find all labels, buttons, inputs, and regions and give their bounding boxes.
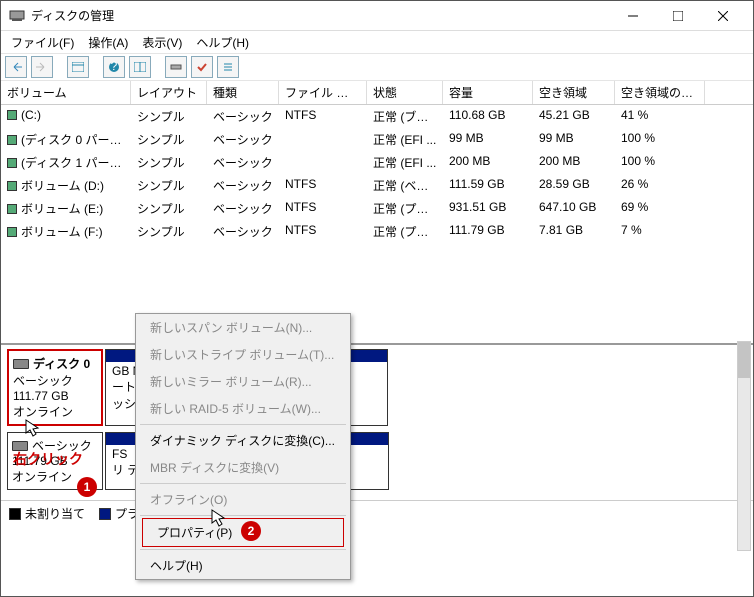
col-freepct[interactable]: 空き領域の割...: [615, 81, 705, 104]
app-icon: [9, 8, 25, 24]
disk-icon: [13, 359, 29, 369]
toolbar-forward-icon[interactable]: [31, 56, 53, 78]
ctx-sep: [140, 483, 346, 484]
ctx-mbr: MBR ディスクに変換(V): [136, 454, 350, 481]
toolbar-list-icon[interactable]: [217, 56, 239, 78]
ctx-dynamic[interactable]: ダイナミック ディスクに変換(C)...: [136, 427, 350, 454]
disk-row: ベーシック111.79 GBオンラインFSリ データ パーティション): [7, 432, 747, 490]
disk-row: ディスク 0ベーシック111.77 GBオンラインGB NTFSート, ページ …: [7, 349, 747, 426]
disk-header[interactable]: ディスク 0ベーシック111.77 GBオンライン: [7, 349, 103, 426]
menu-help[interactable]: ヘルプ(H): [190, 32, 255, 53]
ctx-sep: [140, 424, 346, 425]
volume-row[interactable]: (ディスク 1 パーティシ...シンプルベーシック正常 (EFI ...200 …: [1, 151, 753, 174]
volume-row[interactable]: (ディスク 0 パーティシ...シンプルベーシック正常 (EFI ...99 M…: [1, 128, 753, 151]
legend: 未割り当て プライマリ パーティション: [1, 500, 753, 526]
ctx-mirror: 新しいミラー ボリューム(R)...: [136, 368, 350, 395]
rightclick-annotation: 右クリック: [13, 449, 83, 469]
toolbar-settings-icon[interactable]: [165, 56, 187, 78]
volume-row[interactable]: ボリューム (E:)シンプルベーシックNTFS正常 (プラ...931.51 G…: [1, 197, 753, 220]
toolbar-help-icon[interactable]: ?: [103, 56, 125, 78]
minimize-button[interactable]: [610, 2, 655, 30]
volume-row[interactable]: (C:)シンプルベーシックNTFS正常 (ブート...110.68 GB45.2…: [1, 105, 753, 128]
menu-action[interactable]: 操作(A): [82, 32, 134, 53]
annotation-badge-1: 1: [77, 477, 97, 497]
ctx-help[interactable]: ヘルプ(H): [136, 552, 350, 579]
menu-file[interactable]: ファイル(F): [5, 32, 80, 53]
ctx-sep: [140, 515, 346, 516]
col-status[interactable]: 状態: [367, 81, 443, 104]
maximize-button[interactable]: [655, 2, 700, 30]
volume-row[interactable]: ボリューム (D:)シンプルベーシックNTFS正常 (ベー...111.59 G…: [1, 174, 753, 197]
toolbar: ?: [1, 53, 753, 81]
disk-graphical-view: ディスク 0ベーシック111.77 GBオンラインGB NTFSート, ページ …: [1, 343, 753, 500]
toolbar-back-icon[interactable]: [5, 56, 27, 78]
column-headers: ボリューム レイアウト 種類 ファイル システム 状態 容量 空き領域 空き領域…: [1, 81, 753, 105]
volume-row[interactable]: ボリューム (F:)シンプルベーシックNTFS正常 (プラ...111.79 G…: [1, 220, 753, 243]
toolbar-pane-icon[interactable]: [67, 56, 89, 78]
menubar: ファイル(F) 操作(A) 表示(V) ヘルプ(H): [1, 31, 753, 53]
volume-list: ボリューム レイアウト 種類 ファイル システム 状態 容量 空き領域 空き領域…: [1, 81, 753, 343]
window-title: ディスクの管理: [31, 7, 114, 24]
ctx-offline: オフライン(O): [136, 486, 350, 513]
disk-context-menu: 新しいスパン ボリューム(N)... 新しいストライプ ボリューム(T)... …: [135, 313, 351, 580]
menu-view[interactable]: 表示(V): [136, 32, 188, 53]
toolbar-view2-icon[interactable]: [129, 56, 151, 78]
svg-text:?: ?: [111, 61, 118, 73]
legend-unallocated: 未割り当て: [9, 505, 85, 522]
ctx-sep: [140, 549, 346, 550]
toolbar-check-icon[interactable]: [191, 56, 213, 78]
annotation-badge-2: 2: [241, 521, 261, 541]
ctx-striped: 新しいストライプ ボリューム(T)...: [136, 341, 350, 368]
col-layout[interactable]: レイアウト: [131, 81, 207, 104]
col-capacity[interactable]: 容量: [443, 81, 533, 104]
cursor-icon: [211, 509, 229, 534]
close-button[interactable]: [700, 2, 745, 30]
ctx-spanned: 新しいスパン ボリューム(N)...: [136, 314, 350, 341]
col-fs[interactable]: ファイル システム: [279, 81, 367, 104]
disk-scrollbar[interactable]: [737, 341, 751, 551]
col-free[interactable]: 空き領域: [533, 81, 615, 104]
ctx-raid5: 新しい RAID-5 ボリューム(W)...: [136, 395, 350, 422]
col-type[interactable]: 種類: [207, 81, 279, 104]
col-volume[interactable]: ボリューム: [1, 81, 131, 104]
window-titlebar: ディスクの管理: [1, 1, 753, 31]
cursor-icon: [25, 419, 43, 444]
